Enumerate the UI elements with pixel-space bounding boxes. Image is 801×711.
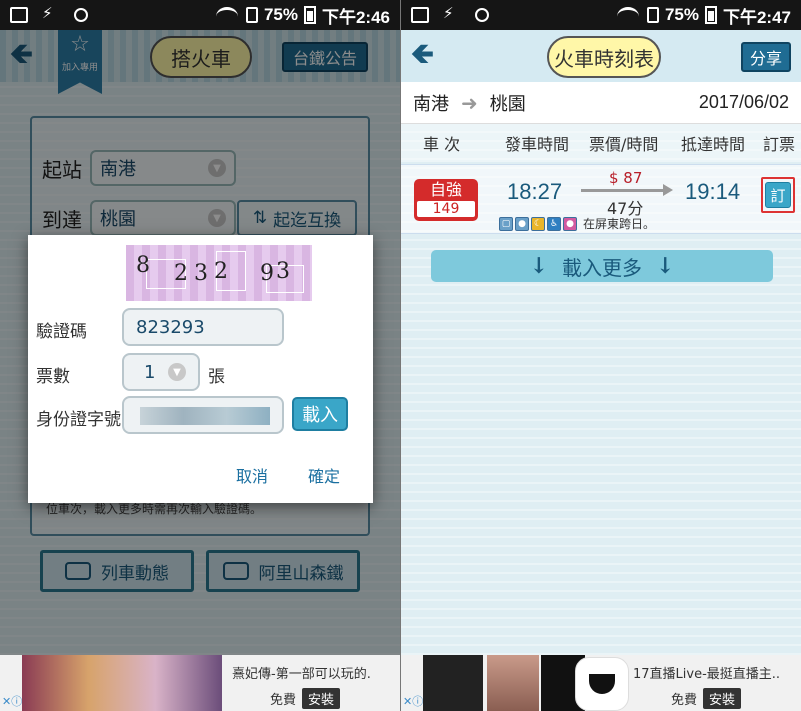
ad-free-label: 免費 [671, 693, 698, 708]
clock: 下午2:46 [321, 7, 390, 27]
book-button[interactable]: 訂 [761, 177, 795, 213]
ad-free-label: 免費 [270, 693, 297, 708]
tickets-unit: 張 [208, 367, 225, 387]
route-from: 南港 [413, 93, 449, 115]
route-bar: 南港 ➜ 桃園 2017/06/02 [401, 82, 801, 124]
share-button[interactable]: 分享 [741, 42, 791, 72]
captcha-char: 2 [174, 261, 188, 286]
captcha-char: 2 [214, 259, 228, 284]
col-depart: 發車時間 [505, 135, 570, 154]
ad-close-icon[interactable]: ✕ⓘ [2, 693, 22, 709]
col-arrive: 抵達時間 [681, 135, 746, 154]
sync-icon [74, 8, 88, 22]
col-price: 票價/時間 [589, 135, 659, 154]
ad-title: 熹妃傳-第一部可以玩的. [232, 667, 371, 682]
train-type: 自強 [429, 180, 462, 199]
captcha-input-value: 823293 [136, 316, 205, 338]
tickets-label: 票數 [36, 367, 70, 387]
ad-close-icon[interactable]: ✕ⓘ [403, 693, 423, 709]
train-type-badge: 自強 149 [414, 179, 478, 221]
ad-install-button[interactable]: 安裝 [302, 688, 341, 709]
route-date: 2017/06/02 [698, 92, 789, 112]
route-to: 桃園 [489, 93, 526, 115]
wifi-icon [616, 7, 641, 23]
battery-icon [303, 6, 316, 24]
cancel-button[interactable]: 取消 [236, 463, 268, 487]
top-bar: 🡸 火車時刻表 分享 [401, 30, 801, 82]
captcha-char: 3 [194, 261, 208, 286]
amenity-note: 在屏東跨日。 [583, 217, 656, 231]
night-icon: ☾ [531, 216, 545, 231]
arrow-down-icon: ↓ [529, 253, 548, 279]
sync-icon [475, 8, 489, 22]
book-label: 訂 [765, 182, 791, 208]
load-id-button[interactable]: 載入 [292, 397, 348, 431]
captcha-dialog: 8 2 3 2 9 3 驗證碼 823293 票數 1 ▼ 張 身份證字號 載入… [28, 235, 373, 503]
tickets-value: 1 [144, 361, 156, 383]
back-arrow-icon[interactable]: 🡸 [411, 40, 441, 68]
sd-card-icon [245, 7, 258, 23]
ad-banner[interactable]: 熹妃傳-第一部可以玩的. 免費 安裝 ✕ⓘ [0, 655, 400, 711]
load-more-label: 載入更多 [562, 255, 642, 280]
captcha-label: 驗證碼 [36, 322, 87, 342]
battery-percent: 75% [664, 5, 699, 24]
redacted-id [140, 407, 270, 425]
bicycle-icon: ● [515, 216, 529, 231]
battery-icon [704, 6, 717, 24]
id-label: 身份證字號 [36, 410, 121, 430]
chevron-down-icon: ▼ [168, 363, 186, 381]
clock: 下午2:47 [722, 7, 791, 27]
face-icon [589, 674, 615, 694]
image-notification-icon [411, 7, 429, 23]
arrow-right-icon [581, 184, 673, 196]
train-number: 149 [417, 201, 475, 217]
wifi-icon [215, 7, 240, 23]
left-screen: 75% 下午2:46 🡸 ☆ 加入專用 搭火車 台鐵公告 起站 南港 ▼ 到達 … [0, 0, 400, 711]
status-bar: 75% 下午2:46 [0, 0, 400, 30]
captcha-image: 8 2 3 2 9 3 [126, 245, 312, 301]
ticket-price: $ 87 [609, 169, 643, 187]
captcha-input[interactable]: 823293 [122, 308, 284, 346]
page-title: 火車時刻表 [547, 36, 661, 78]
captcha-char: 3 [276, 259, 290, 284]
load-more-button[interactable]: ↓ 載入更多 ↓ [431, 250, 773, 282]
ad-image [22, 655, 222, 711]
train-icon: ▢ [499, 216, 513, 231]
arrow-down-icon: ↓ [656, 253, 675, 279]
charging-icon [443, 4, 461, 23]
app-logo [575, 657, 629, 711]
arrive-time: 19:14 [685, 179, 741, 204]
wheelchair-icon: ♿ [547, 216, 561, 231]
confirm-button[interactable]: 確定 [308, 463, 340, 487]
ad-banner[interactable]: 17直播Live-最挺直播主.. 免費 安裝 ✕ⓘ [401, 655, 801, 711]
ad-install-button[interactable]: 安裝 [703, 688, 742, 709]
arrow-right-icon: ➜ [461, 90, 478, 115]
col-train: 車 次 [423, 135, 461, 154]
ad-image [423, 655, 483, 711]
id-input[interactable] [122, 396, 284, 434]
tickets-select[interactable]: 1 ▼ [122, 353, 200, 391]
depart-time: 18:27 [507, 179, 563, 204]
captcha-char: 8 [136, 253, 150, 278]
ad-image [487, 655, 539, 711]
nursing-room-icon: ● [563, 216, 577, 231]
charging-icon [42, 4, 60, 23]
table-row[interactable]: 自強 149 18:27 $ 87 47分 19:14 ▢ ● ☾ ♿ ● 在屏… [401, 164, 801, 234]
col-book: 訂票 [763, 135, 796, 154]
ad-title: 17直播Live-最挺直播主.. [633, 667, 781, 682]
status-bar: 75% 下午2:47 [401, 0, 801, 30]
right-screen: 75% 下午2:47 🡸 火車時刻表 分享 南港 ➜ 桃園 2017/06/02… [401, 0, 801, 711]
image-notification-icon [10, 7, 28, 23]
battery-percent: 75% [263, 5, 298, 24]
table-header: 車 次 發車時間 票價/時間 抵達時間 訂票 [401, 124, 801, 162]
captcha-char: 9 [260, 261, 274, 286]
sd-card-icon [646, 7, 659, 23]
amenities: ▢ ● ☾ ♿ ● 在屏東跨日。 [499, 215, 655, 232]
